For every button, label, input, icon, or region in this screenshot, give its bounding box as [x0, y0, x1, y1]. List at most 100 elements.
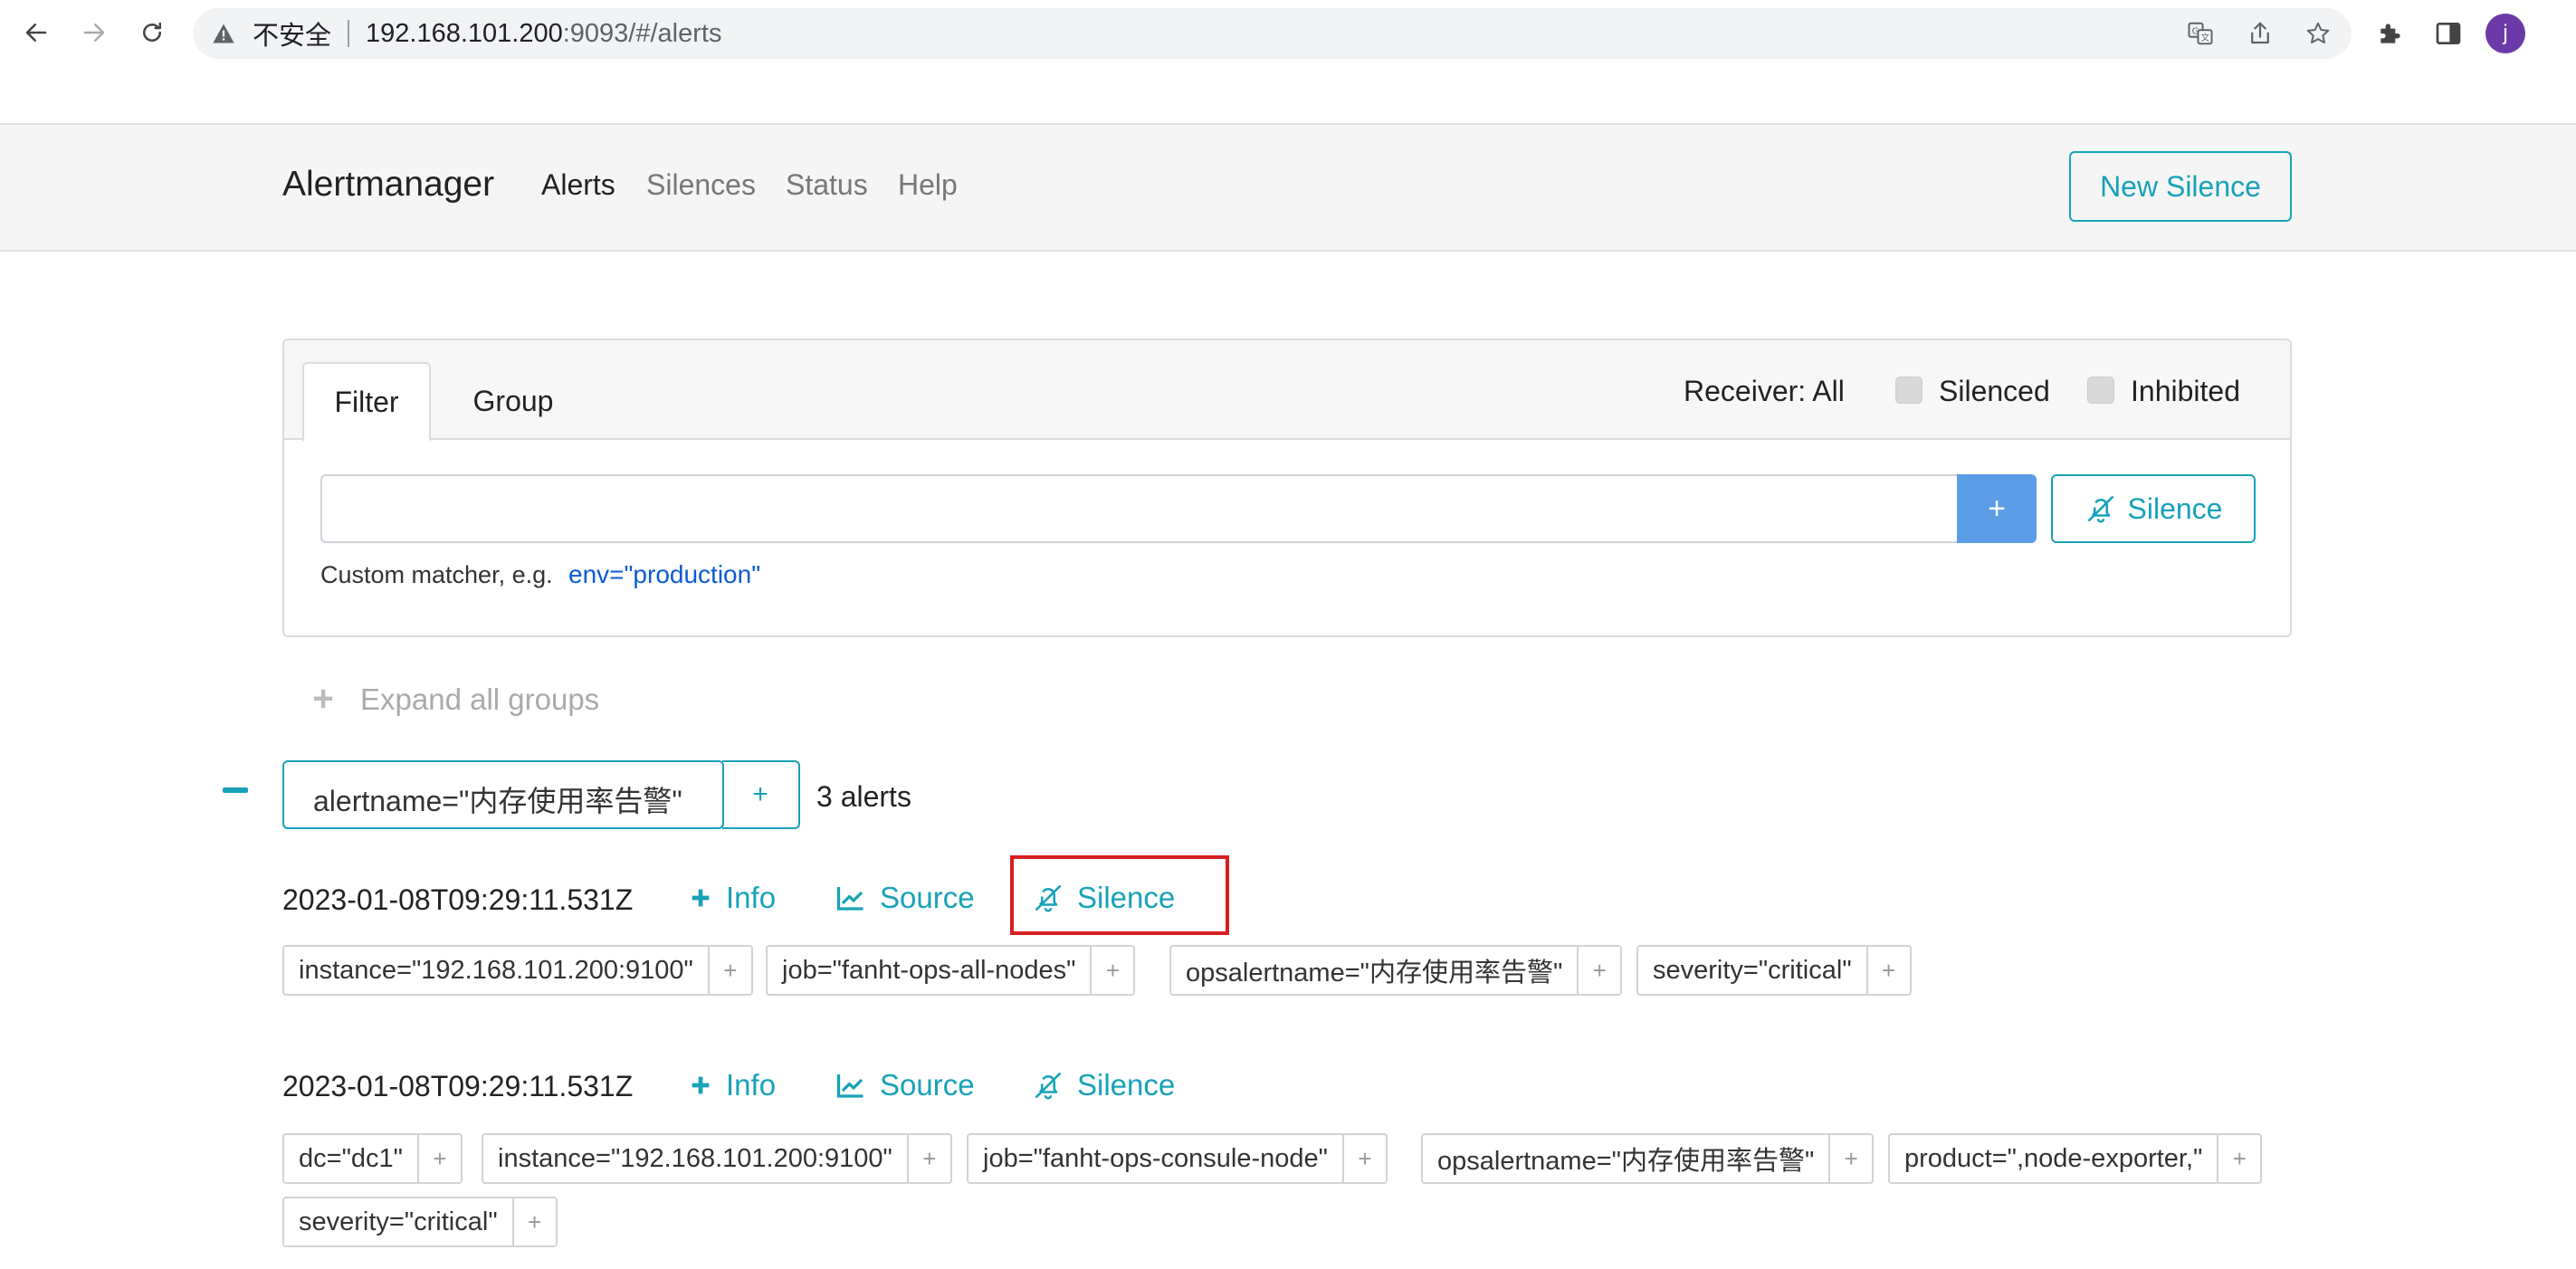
inhibited-checkbox[interactable] [2087, 377, 2114, 404]
alert-source-label: Source [880, 1068, 975, 1102]
chart-line-icon [836, 887, 863, 911]
label-text[interactable]: product=",node-exporter," [1890, 1135, 2217, 1182]
label-text[interactable]: dc="dc1" [284, 1135, 417, 1182]
filter-matcher-input[interactable] [320, 474, 1957, 543]
alert-label-tag[interactable]: opsalertname="内存使用率告警" + [1169, 945, 1623, 996]
alert-label-tag[interactable]: product=",node-exporter," + [1888, 1133, 2263, 1184]
url-separator [348, 20, 350, 47]
expand-all-label: Expand all groups [360, 682, 600, 716]
bookmark-button[interactable] [2303, 18, 2333, 49]
label-add-button[interactable]: + [906, 1135, 950, 1182]
label-add-button[interactable]: + [511, 1198, 556, 1245]
alert-label-tag[interactable]: severity="critical" + [282, 1197, 558, 1247]
alert-label-tag[interactable]: instance="192.168.101.200:9100" + [282, 945, 753, 996]
label-add-button[interactable]: + [1865, 947, 1910, 994]
nav-help[interactable]: Help [898, 168, 958, 202]
group-label: alertname="内存使用率告警" [313, 785, 682, 817]
label-text[interactable]: instance="192.168.101.200:9100" [284, 947, 708, 994]
filter-silence-label: Silence [2127, 491, 2223, 525]
label-add-button[interactable]: + [707, 947, 751, 994]
filter-silence-button[interactable]: Silence [2051, 474, 2256, 543]
label-text[interactable]: job="fanht-ops-consule-node" [968, 1135, 1342, 1182]
group-alert-count: 3 alerts [816, 780, 911, 813]
back-button[interactable] [16, 13, 56, 52]
chart-line-icon [836, 1074, 863, 1098]
label-add-button[interactable]: + [1828, 1135, 1872, 1182]
url-host: 192.168.101.200 [366, 18, 563, 48]
label-text[interactable]: opsalertname="内存使用率告警" [1171, 947, 1577, 994]
app-navbar: Alertmanager Alerts Silences Status Help… [0, 123, 2576, 252]
group-label-button[interactable]: alertname="内存使用率告警" [282, 760, 724, 829]
reload-icon [143, 22, 161, 42]
bell-slash-icon [2087, 495, 2113, 523]
arrow-right-icon [83, 24, 105, 42]
label-add-button[interactable]: + [416, 1135, 461, 1182]
svg-text:文: 文 [2200, 32, 2209, 43]
alert-source-label: Source [880, 881, 975, 914]
nav-status[interactable]: Status [786, 168, 868, 202]
alert-label-tag[interactable]: instance="192.168.101.200:9100" + [482, 1133, 952, 1184]
inhibited-label[interactable]: Inhibited [2131, 375, 2240, 408]
browser-toolbar: 不安全 192.168.101.200:9093/#/alerts G文 j [0, 0, 2576, 69]
plus-icon [692, 1076, 710, 1094]
alert-label-tag[interactable]: job="fanht-ops-all-nodes" + [766, 945, 1136, 996]
star-icon [2306, 22, 2330, 43]
profile-avatar[interactable]: j [2485, 14, 2525, 53]
add-matcher-button[interactable]: + [1957, 474, 2037, 543]
forward-button[interactable] [74, 13, 114, 52]
puzzle-icon [2380, 24, 2400, 43]
address-bar[interactable]: 不安全 192.168.101.200:9093/#/alerts [193, 8, 2352, 59]
label-add-button[interactable]: + [1090, 947, 1133, 994]
insecure-label[interactable]: 不安全 [253, 14, 331, 52]
alert-source-link[interactable]: Source [835, 881, 975, 915]
translate-button[interactable]: G文 [2185, 18, 2216, 49]
nav-alerts[interactable]: Alerts [541, 168, 615, 202]
reload-button[interactable] [132, 13, 172, 52]
tab-group[interactable]: Group [449, 362, 577, 440]
receiver-selector[interactable]: Receiver: All [1684, 375, 1845, 408]
alert-source-link[interactable]: Source [835, 1068, 975, 1102]
alert-label-tag[interactable]: opsalertname="内存使用率告警" + [1421, 1133, 1875, 1184]
label-text[interactable]: severity="critical" [1638, 947, 1866, 994]
share-button[interactable] [2245, 18, 2275, 49]
expand-all-groups-button[interactable]: + Expand all groups [310, 679, 599, 720]
alert-info-button[interactable]: Info [688, 1068, 776, 1102]
brand-logo[interactable]: Alertmanager [282, 165, 494, 205]
silenced-checkbox[interactable] [1895, 377, 1922, 404]
tab-filter[interactable]: Filter [302, 362, 431, 442]
collapse-group-icon[interactable] [223, 787, 248, 793]
alert-label-tag[interactable]: job="fanht-ops-consule-node" + [967, 1133, 1388, 1184]
label-add-button[interactable]: + [1577, 947, 1620, 994]
arrow-left-icon [25, 24, 47, 42]
group-add-filter-button[interactable]: + [722, 760, 800, 829]
plus-icon: + [312, 679, 334, 719]
filter-card: Filter Group Receiver: All Silenced Inhi… [282, 339, 2292, 637]
label-text[interactable]: opsalertname="内存使用率告警" [1423, 1135, 1828, 1182]
plus-icon [692, 889, 710, 907]
alert-info-label: Info [726, 1068, 777, 1102]
new-silence-button[interactable]: New Silence [2069, 151, 2292, 222]
alert-timestamp: 2023-01-08T09:29:11.531Z [282, 1070, 634, 1102]
alert-info-button[interactable]: Info [688, 881, 776, 915]
nav-silences[interactable]: Silences [646, 168, 756, 202]
matcher-hint-example[interactable]: env="production" [568, 560, 760, 589]
highlight-annotation [1010, 855, 1229, 935]
alert-label-tag[interactable]: dc="dc1" + [282, 1133, 463, 1184]
alert-silence-label: Silence [1077, 1068, 1176, 1102]
side-panel-button[interactable] [2431, 16, 2466, 51]
extensions-button[interactable] [2373, 16, 2408, 51]
label-add-button[interactable]: + [2217, 1135, 2260, 1182]
alert-label-tag[interactable]: severity="critical" + [1636, 945, 1912, 996]
alert-timestamp: 2023-01-08T09:29:11.531Z [282, 883, 634, 916]
filter-card-header: Filter Group Receiver: All Silenced Inhi… [284, 340, 2290, 442]
silenced-label[interactable]: Silenced [1939, 375, 2050, 408]
label-text[interactable]: instance="192.168.101.200:9100" [483, 1135, 907, 1182]
bell-slash-icon [1035, 1072, 1062, 1100]
label-add-button[interactable]: + [1341, 1135, 1386, 1182]
matcher-hint: Custom matcher, e.g. [320, 561, 553, 588]
label-text[interactable]: job="fanht-ops-all-nodes" [768, 947, 1090, 994]
side-panel-icon [2436, 23, 2461, 44]
url-path: :9093/#/alerts [562, 18, 722, 48]
alert-silence-button[interactable]: Silence [1032, 1068, 1175, 1102]
label-text[interactable]: severity="critical" [284, 1198, 512, 1245]
